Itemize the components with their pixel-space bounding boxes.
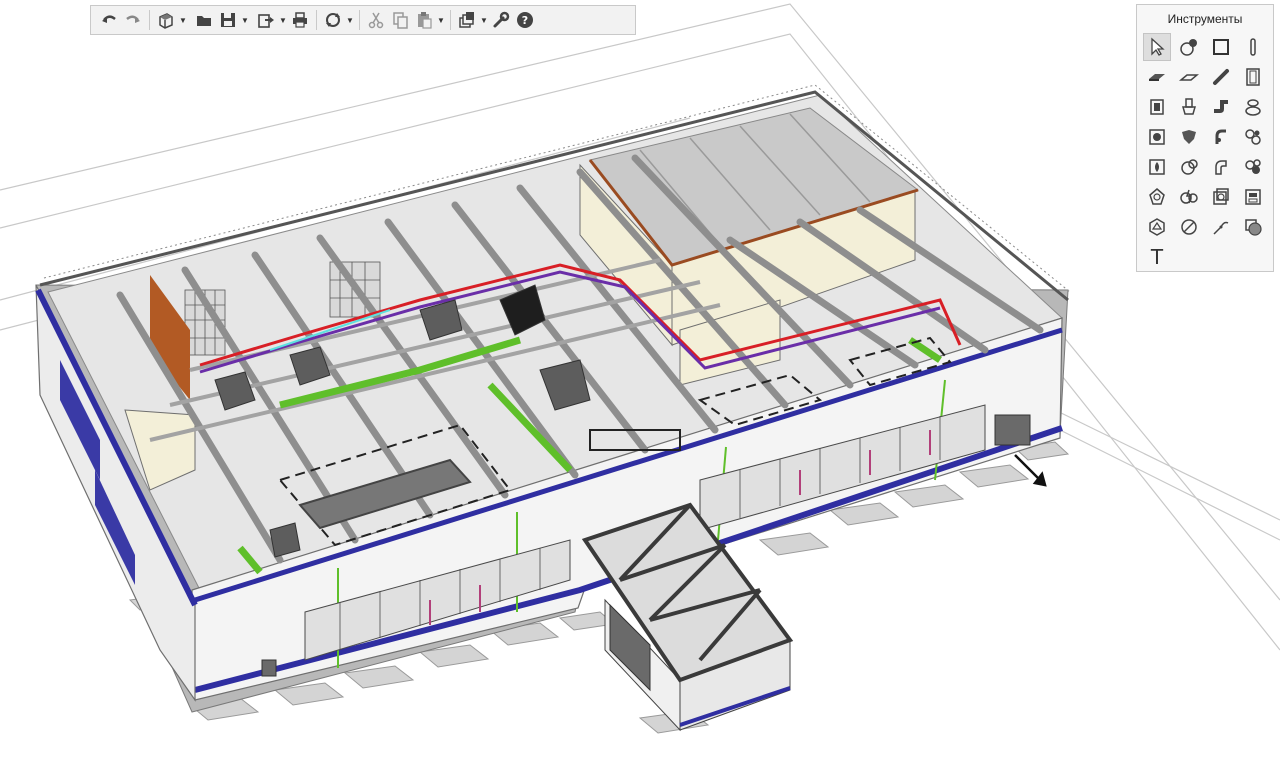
save-dropdown[interactable]: ▼ <box>240 8 250 32</box>
slab-icon[interactable] <box>1143 63 1171 91</box>
duct-fitting-icon[interactable] <box>1207 153 1235 181</box>
door-icon[interactable] <box>1239 63 1267 91</box>
settings-wrench-icon[interactable] <box>489 8 513 32</box>
text-tool-glyph: T <box>1150 245 1164 269</box>
tools-panel: Инструменты T <box>1136 4 1274 272</box>
layers-dropdown[interactable]: ▼ <box>479 8 489 32</box>
save-icon[interactable] <box>216 8 240 32</box>
fixture-icon[interactable] <box>1175 93 1203 121</box>
tools-grid: T <box>1143 33 1269 273</box>
print-icon[interactable] <box>288 8 312 32</box>
copy-icon[interactable] <box>388 8 412 32</box>
beam-icon[interactable] <box>1207 63 1235 91</box>
toolbar-separator <box>450 10 451 30</box>
duct-accessory-icon[interactable] <box>1239 153 1267 181</box>
annotation-icon[interactable] <box>1207 213 1235 241</box>
paste-dropdown[interactable]: ▼ <box>436 8 446 32</box>
redo-icon[interactable] <box>121 8 145 32</box>
place-object-icon[interactable] <box>1175 33 1203 61</box>
select-cursor-icon[interactable] <box>1143 33 1171 61</box>
main-toolbar: ▼ ▼ ▼ ▼ ▼ ▼ ? <box>90 5 636 35</box>
open-folder-icon[interactable] <box>192 8 216 32</box>
wall-icon[interactable] <box>1207 33 1235 61</box>
3d-view-dropdown[interactable]: ▼ <box>178 8 188 32</box>
cut-icon[interactable] <box>364 8 388 32</box>
front-door-right <box>994 414 1031 446</box>
help-icon[interactable]: ? <box>513 8 537 32</box>
lighting-icon[interactable] <box>1143 183 1171 211</box>
pipe-elbow-icon[interactable] <box>1207 93 1235 121</box>
svg-text:?: ? <box>522 14 528 27</box>
floor-icon[interactable] <box>1175 63 1203 91</box>
fan-icon[interactable] <box>1175 153 1203 181</box>
valve-group-icon[interactable] <box>1239 123 1267 151</box>
toolbar-separator <box>359 10 360 30</box>
paste-icon[interactable] <box>412 8 436 32</box>
export-icon[interactable] <box>254 8 278 32</box>
3d-view-icon[interactable] <box>154 8 178 32</box>
text-icon[interactable]: T <box>1143 243 1171 271</box>
equipment-icon[interactable] <box>1143 123 1171 151</box>
undo-icon[interactable] <box>97 8 121 32</box>
air-terminal-icon[interactable] <box>1207 183 1235 211</box>
measure-icon[interactable] <box>1175 213 1203 241</box>
layers-icon[interactable] <box>455 8 479 32</box>
column-icon[interactable] <box>1239 33 1267 61</box>
export-dropdown[interactable]: ▼ <box>278 8 288 32</box>
pump-icon[interactable] <box>1175 123 1203 151</box>
toolbar-separator <box>316 10 317 30</box>
material-icon[interactable] <box>1239 213 1267 241</box>
structural-node-icon[interactable] <box>1143 213 1171 241</box>
hvac-unit-icon[interactable] <box>1143 153 1171 181</box>
tools-panel-title: Инструменты <box>1167 12 1243 26</box>
model-viewport[interactable] <box>0 0 1280 770</box>
sync-dropdown[interactable]: ▼ <box>345 8 355 32</box>
front-door-small <box>261 659 277 677</box>
toolbar-separator <box>149 10 150 30</box>
pipe-fitting-icon[interactable] <box>1207 123 1235 151</box>
electrical-device-icon[interactable] <box>1175 183 1203 211</box>
window-icon[interactable] <box>1143 93 1171 121</box>
sanitary-icon[interactable] <box>1239 93 1267 121</box>
sync-icon[interactable] <box>321 8 345 32</box>
panel-board-icon[interactable] <box>1239 183 1267 211</box>
